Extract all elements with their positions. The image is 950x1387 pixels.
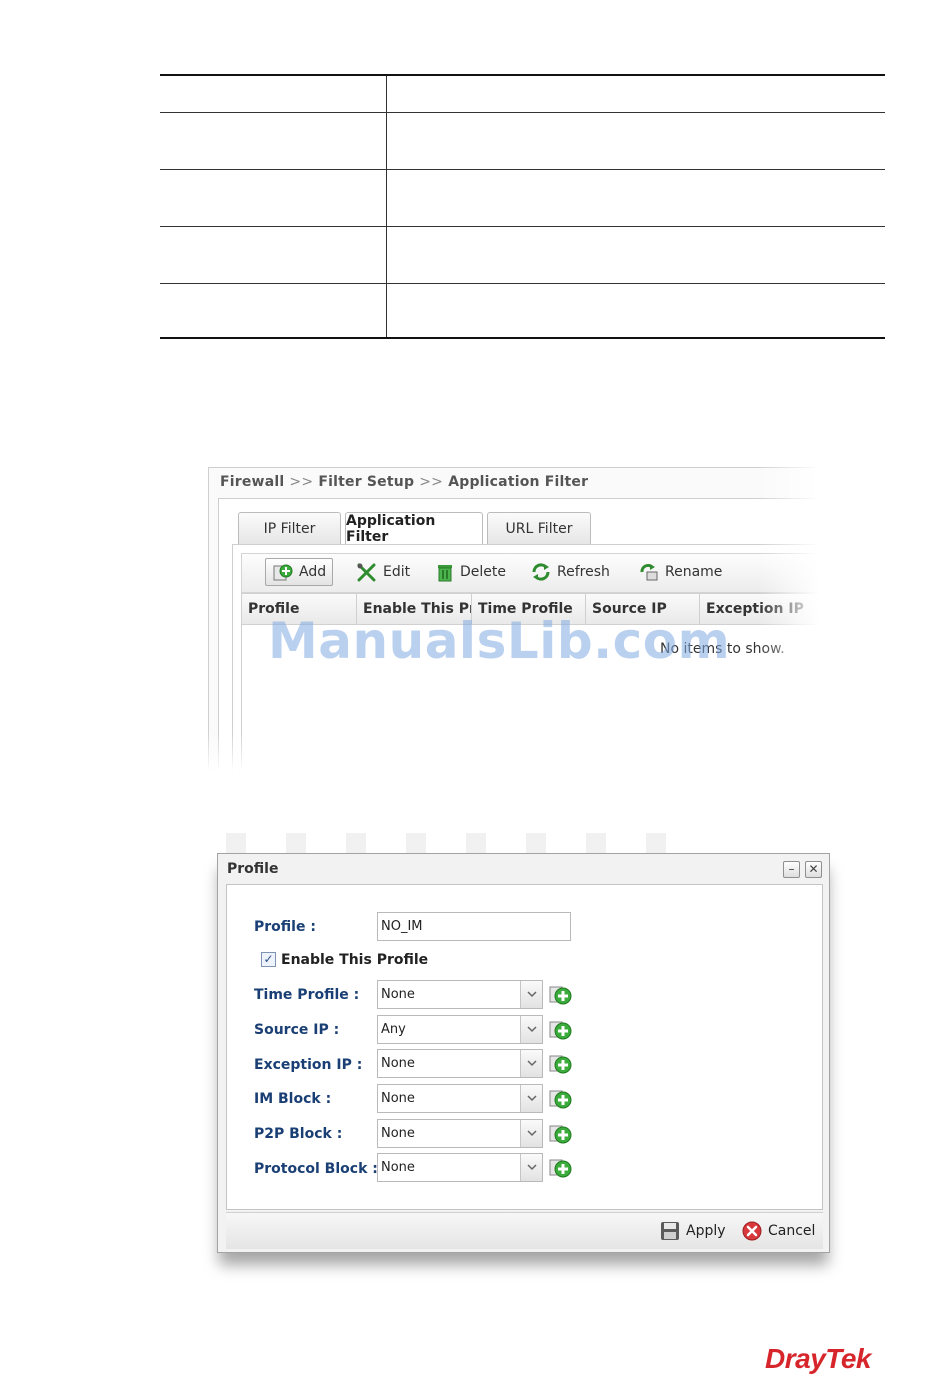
edit-button-label: Edit xyxy=(383,564,411,580)
breadcrumb-application-filter: Application Filter xyxy=(448,474,589,490)
rename-button-label: Rename xyxy=(665,564,723,580)
rename-icon xyxy=(640,564,658,581)
close-button[interactable]: ✕ xyxy=(805,861,822,878)
enable-profile-checkbox[interactable]: ✓ xyxy=(261,952,276,967)
trash-icon xyxy=(438,565,452,582)
table-row xyxy=(160,76,885,113)
add-source-ip-icon[interactable] xyxy=(549,1019,573,1041)
chevron-down-icon[interactable] xyxy=(520,1085,542,1112)
ghost-toolbar-shadow xyxy=(226,833,696,853)
apply-button-label: Apply xyxy=(686,1223,726,1239)
add-button-label: Add xyxy=(299,564,327,580)
source-ip-label: Source IP : xyxy=(254,1022,340,1038)
edit-button[interactable]: Edit xyxy=(356,558,410,586)
breadcrumb: Firewall >> Filter Setup >> Application … xyxy=(220,474,588,490)
exception-ip-value: None xyxy=(381,1056,415,1071)
minimize-button[interactable]: – xyxy=(783,861,800,878)
add-icon xyxy=(273,564,293,581)
refresh-button-label: Refresh xyxy=(557,564,610,580)
refresh-button[interactable]: Refresh xyxy=(530,558,610,586)
profile-name-input[interactable]: NO_IM xyxy=(377,912,571,941)
source-ip-select[interactable]: Any xyxy=(377,1015,543,1044)
chevron-down-icon[interactable] xyxy=(520,1154,542,1181)
enable-profile-label: Enable This Profile xyxy=(281,952,429,968)
delete-button[interactable]: Delete xyxy=(435,558,506,586)
dialog-title: Profile xyxy=(227,861,279,877)
bottom-fade xyxy=(208,732,820,772)
exception-ip-select[interactable]: None xyxy=(377,1049,543,1078)
protocol-block-value: None xyxy=(381,1160,415,1175)
chevron-down-icon[interactable] xyxy=(520,981,542,1008)
im-block-value: None xyxy=(381,1091,415,1106)
chevron-down-icon[interactable] xyxy=(520,1016,542,1043)
draytek-logo: DrayTek xyxy=(765,1343,871,1374)
add-im-block-icon[interactable] xyxy=(549,1088,573,1110)
protocol-block-select[interactable]: None xyxy=(377,1153,543,1182)
breadcrumb-firewall[interactable]: Firewall xyxy=(220,474,284,490)
im-block-label: IM Block : xyxy=(254,1091,332,1107)
rename-button[interactable]: Rename xyxy=(638,558,722,586)
time-profile-value: None xyxy=(381,987,415,1002)
add-exception-ip-icon[interactable] xyxy=(549,1053,573,1075)
table-row xyxy=(160,226,885,284)
p2p-block-label: P2P Block : xyxy=(254,1126,343,1142)
top-empty-table xyxy=(160,74,885,339)
profile-dialog: Profile – ✕ Profile : NO_IM ✓ Enable Thi… xyxy=(217,853,830,1253)
breadcrumb-separator: >> xyxy=(289,474,314,490)
tab-url-filter[interactable]: URL Filter xyxy=(487,512,591,544)
watermark: ManualsLib.com xyxy=(268,612,731,670)
table-row xyxy=(160,112,885,170)
chevron-down-icon[interactable] xyxy=(520,1120,542,1147)
table-row xyxy=(160,169,885,227)
cancel-button[interactable]: Cancel xyxy=(742,1221,815,1241)
add-protocol-block-icon[interactable] xyxy=(549,1157,573,1179)
source-ip-value: Any xyxy=(381,1022,406,1037)
p2p-block-value: None xyxy=(381,1126,415,1141)
refresh-icon xyxy=(532,563,550,581)
protocol-block-label: Protocol Block : xyxy=(254,1161,378,1177)
add-time-profile-icon[interactable] xyxy=(549,984,573,1006)
profile-label: Profile : xyxy=(254,919,316,935)
breadcrumb-filter-setup[interactable]: Filter Setup xyxy=(318,474,414,490)
time-profile-label: Time Profile : xyxy=(254,987,360,1003)
add-p2p-block-icon[interactable] xyxy=(549,1123,573,1145)
cancel-button-label: Cancel xyxy=(768,1223,816,1239)
tab-application-filter[interactable]: Application Filter xyxy=(345,512,483,545)
dialog-body: Profile : NO_IM ✓ Enable This Profile Ti… xyxy=(226,884,823,1210)
chevron-down-icon[interactable] xyxy=(520,1050,542,1077)
toolbar: Add Edit Delete Refresh Rename xyxy=(241,553,820,593)
exception-ip-label: Exception IP : xyxy=(254,1057,363,1073)
apply-button[interactable]: Apply xyxy=(660,1221,726,1241)
add-button[interactable]: Add xyxy=(265,558,334,586)
tab-ip-filter[interactable]: IP Filter xyxy=(238,512,341,544)
time-profile-select[interactable]: None xyxy=(377,980,543,1009)
breadcrumb-separator: >> xyxy=(419,474,444,490)
edit-icon xyxy=(357,563,376,582)
save-icon xyxy=(661,1222,679,1240)
cancel-icon xyxy=(742,1221,762,1241)
delete-button-label: Delete xyxy=(460,564,506,580)
im-block-select[interactable]: None xyxy=(377,1084,543,1113)
p2p-block-select[interactable]: None xyxy=(377,1119,543,1148)
dialog-footer: Apply Cancel xyxy=(226,1212,823,1249)
